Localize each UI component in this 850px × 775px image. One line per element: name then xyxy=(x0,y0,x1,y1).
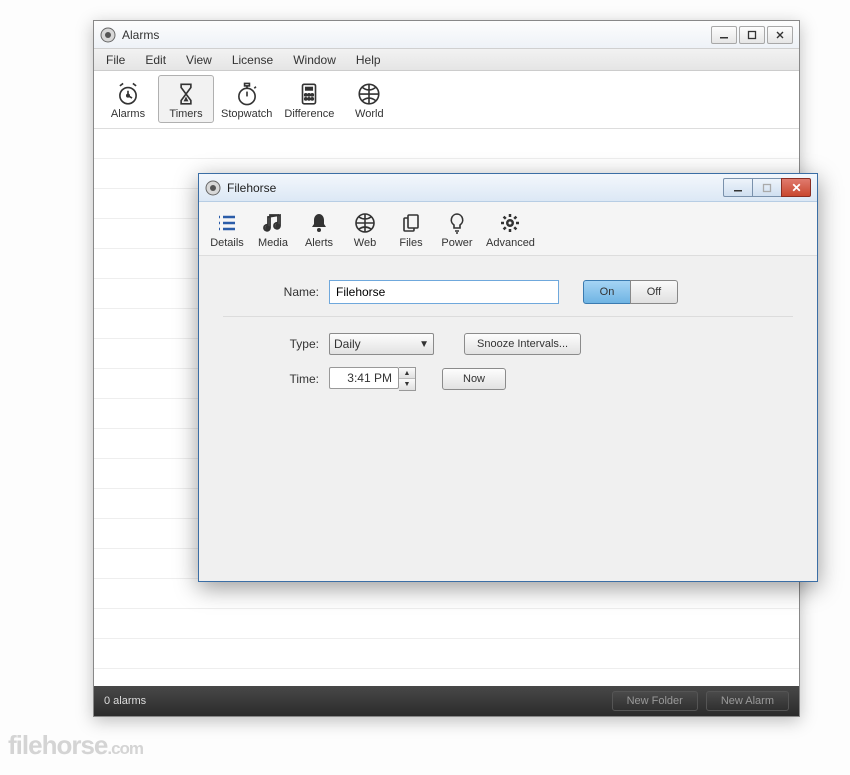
toolbar-label: Stopwatch xyxy=(221,108,272,120)
menu-view[interactable]: View xyxy=(178,51,220,69)
time-label: Time: xyxy=(259,372,319,386)
tab-alerts[interactable]: Alerts xyxy=(297,204,341,253)
separator xyxy=(223,316,793,317)
close-button[interactable] xyxy=(767,26,793,44)
new-alarm-button[interactable]: New Alarm xyxy=(706,691,789,711)
tab-label: Details xyxy=(210,237,244,249)
dialog-toolbar: Details Media Alerts Web Files xyxy=(199,202,817,256)
globe-icon xyxy=(353,209,377,237)
list-icon xyxy=(215,209,239,237)
tab-label: Files xyxy=(399,237,422,249)
toolbar-world[interactable]: World xyxy=(341,75,397,123)
dialog-window: Filehorse Details Media Alerts xyxy=(198,173,818,582)
tab-files[interactable]: Files xyxy=(389,204,433,253)
bulb-icon xyxy=(445,209,469,237)
window-title: Alarms xyxy=(122,28,159,42)
tab-label: Advanced xyxy=(486,237,535,249)
menu-file[interactable]: File xyxy=(98,51,133,69)
spinner-up-button[interactable]: ▲ xyxy=(399,368,415,379)
list-row[interactable] xyxy=(94,579,799,609)
tab-details[interactable]: Details xyxy=(205,204,249,253)
list-row[interactable] xyxy=(94,639,799,669)
gear-icon xyxy=(498,209,522,237)
watermark-brand: filehorse xyxy=(8,730,107,760)
tab-label: Web xyxy=(354,237,376,249)
chevron-down-icon: ▼ xyxy=(419,339,429,350)
dialog-body: Name: On Off Type: Daily ▼ Snooze Interv… xyxy=(199,256,817,413)
bell-icon xyxy=(307,209,331,237)
hourglass-icon xyxy=(173,80,199,108)
list-row[interactable] xyxy=(94,129,799,159)
menubar: File Edit View License Window Help xyxy=(94,49,799,71)
toolbar-alarms[interactable]: Alarms xyxy=(100,75,156,123)
toolbar-stopwatch[interactable]: Stopwatch xyxy=(216,75,277,123)
music-note-icon xyxy=(261,209,285,237)
statusbar: 0 alarms New Folder New Alarm xyxy=(94,686,799,716)
tab-label: Media xyxy=(258,237,288,249)
type-value: Daily xyxy=(334,337,361,351)
toolbar-label: Difference xyxy=(284,108,334,120)
now-button[interactable]: Now xyxy=(442,368,506,390)
dialog-title: Filehorse xyxy=(227,181,276,195)
snooze-button[interactable]: Snooze Intervals... xyxy=(464,333,581,355)
dialog-minimize-button[interactable] xyxy=(723,178,753,197)
off-button[interactable]: Off xyxy=(630,280,678,304)
maximize-button[interactable] xyxy=(739,26,765,44)
titlebar: Alarms xyxy=(94,21,799,49)
menu-edit[interactable]: Edit xyxy=(137,51,174,69)
dialog-titlebar: Filehorse xyxy=(199,174,817,202)
menu-license[interactable]: License xyxy=(224,51,281,69)
watermark: filehorse.com xyxy=(8,730,143,761)
type-select[interactable]: Daily ▼ xyxy=(329,333,434,355)
globe-icon xyxy=(356,80,382,108)
list-row[interactable] xyxy=(94,609,799,639)
status-count: 0 alarms xyxy=(104,695,146,707)
minimize-button[interactable] xyxy=(711,26,737,44)
toolbar-label: Alarms xyxy=(111,108,145,120)
tab-label: Power xyxy=(441,237,472,249)
watermark-suffix: .com xyxy=(107,739,143,758)
spinner-down-button[interactable]: ▼ xyxy=(399,379,415,390)
tab-advanced[interactable]: Advanced xyxy=(481,204,540,253)
toolbar-label: Timers xyxy=(169,108,202,120)
toolbar-label: World xyxy=(355,108,384,120)
app-icon xyxy=(100,27,116,43)
tab-label: Alerts xyxy=(305,237,333,249)
time-input[interactable]: 3:41 PM xyxy=(329,367,399,389)
alarm-clock-icon xyxy=(115,80,141,108)
app-icon xyxy=(205,180,221,196)
menu-window[interactable]: Window xyxy=(285,51,344,69)
files-icon xyxy=(399,209,423,237)
time-value: 3:41 PM xyxy=(347,371,392,385)
on-button[interactable]: On xyxy=(583,280,631,304)
name-label: Name: xyxy=(259,285,319,299)
stopwatch-icon xyxy=(234,80,260,108)
toolbar: Alarms Timers Stopwatch Difference World xyxy=(94,71,799,129)
new-folder-button[interactable]: New Folder xyxy=(612,691,698,711)
calculator-icon xyxy=(296,80,322,108)
toolbar-difference[interactable]: Difference xyxy=(279,75,339,123)
tab-power[interactable]: Power xyxy=(435,204,479,253)
time-spinner: ▲ ▼ xyxy=(399,367,416,391)
type-label: Type: xyxy=(259,337,319,351)
tab-media[interactable]: Media xyxy=(251,204,295,253)
toolbar-timers[interactable]: Timers xyxy=(158,75,214,123)
tab-web[interactable]: Web xyxy=(343,204,387,253)
menu-help[interactable]: Help xyxy=(348,51,389,69)
dialog-maximize-button[interactable] xyxy=(752,178,782,197)
dialog-close-button[interactable] xyxy=(781,178,811,197)
name-input[interactable] xyxy=(329,280,559,304)
